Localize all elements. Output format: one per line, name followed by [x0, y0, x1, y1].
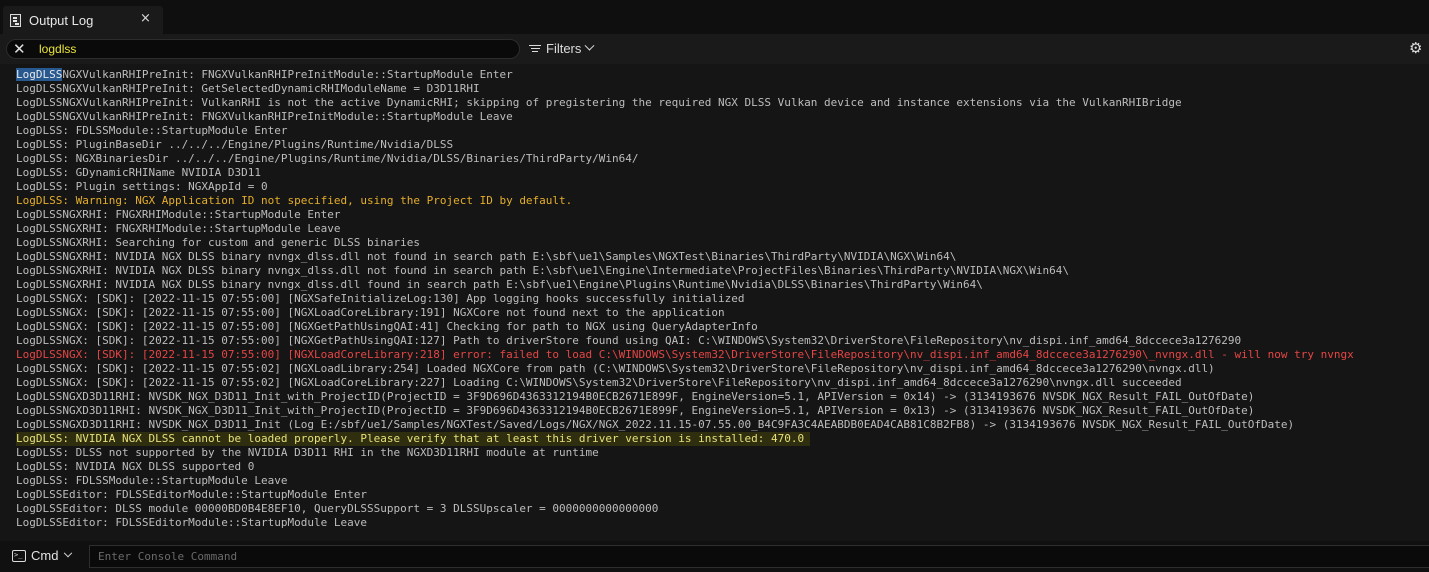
- log-line: LogDLSSEditor: FDLSSEditorModule::Startu…: [16, 516, 367, 529]
- cmd-label: Cmd: [31, 548, 59, 563]
- log-line-highlighted: LogDLSS: NVIDIA NGX DLSS cannot be loade…: [16, 432, 811, 446]
- log-line: LogDLSS: Plugin settings: NGXAppId = 0: [16, 180, 268, 193]
- log-line: LogDLSS: DLSS not supported by the NVIDI…: [16, 446, 599, 459]
- log-line: LogDLSS: FDLSSModule::StartupModule Ente…: [16, 124, 288, 137]
- log-line-text: NGXVulkanRHIPreInit: FNGXVulkanRHIPreIni…: [62, 68, 513, 81]
- log-line-warning: LogDLSS: Warning: NGX Application ID not…: [16, 194, 573, 207]
- filters-button[interactable]: Filters: [529, 40, 595, 56]
- log-line: LogDLSSNGXD3D11RHI: NVSDK_NGX_D3D11_Init…: [16, 418, 1295, 431]
- settings-gear-icon[interactable]: ⚙: [1409, 40, 1422, 56]
- log-line: LogDLSSNGX: [SDK]: [2022-11-15 07:55:00]…: [16, 334, 1242, 347]
- clear-search-icon[interactable]: ✕: [13, 40, 26, 58]
- log-line: LogDLSSNGXRHI: NVIDIA NGX DLSS binary nv…: [16, 264, 1069, 277]
- log-line: LogDLSS: FDLSSModule::StartupModule Leav…: [16, 474, 288, 487]
- log-line: LogDLSSNGXRHI: FNGXRHIModule::StartupMod…: [16, 222, 341, 235]
- chevron-down-icon: [64, 548, 73, 557]
- output-log-icon: [10, 13, 21, 27]
- log-line: LogDLSSNGXVulkanRHIPreInit: FNGXVulkanRH…: [16, 110, 513, 123]
- log-line: LogDLSSNGXD3D11RHI: NVSDK_NGX_D3D11_Init…: [16, 404, 1255, 417]
- log-line: LogDLSS: NGXBinariesDir ../../../Engine/…: [16, 152, 639, 165]
- console-prompt-icon: >_: [12, 549, 26, 562]
- log-line: LogDLSS: NVIDIA NGX DLSS supported 0: [16, 460, 255, 473]
- log-line: LogDLSSNGXRHI: FNGXRHIModule::StartupMod…: [16, 208, 341, 221]
- log-line: LogDLSSNGX: [SDK]: [2022-11-15 07:55:02]…: [16, 376, 1182, 389]
- log-line: LogDLSSEditor: FDLSSEditorModule::Startu…: [16, 488, 367, 501]
- log-line: LogDLSSNGXVulkanRHIPreInit: GetSelectedD…: [16, 82, 480, 95]
- log-line: LogDLSSNGXRHI: NVIDIA NGX DLSS binary nv…: [16, 278, 983, 291]
- search-box: ✕: [6, 39, 520, 59]
- log-line: LogDLSSNGXRHI: NVIDIA NGX DLSS binary nv…: [16, 250, 957, 263]
- log-line: LogDLSS: PluginBaseDir ../../../Engine/P…: [16, 138, 454, 151]
- search-input[interactable]: [39, 41, 509, 57]
- tab-output-log[interactable]: Output Log ×: [3, 6, 163, 34]
- chevron-down-icon: [584, 40, 595, 51]
- selected-text: LogDLSS: [16, 68, 63, 81]
- console-bar: >_ Cmd: [0, 541, 1429, 572]
- log-toolbar: ✕ Filters: [0, 34, 1429, 64]
- tab-bar: Output Log ×: [0, 0, 1429, 34]
- tab-title: Output Log: [29, 12, 94, 28]
- log-line: LogDLSSNGX: [SDK]: [2022-11-15 07:55:02]…: [16, 362, 1215, 375]
- log-line: LogDLSSNGXD3D11RHI: NVSDK_NGX_D3D11_Init…: [16, 390, 1255, 403]
- log-line: LogDLSSNGX: [SDK]: [2022-11-15 07:55:00]…: [16, 320, 758, 333]
- filters-label: Filters: [546, 41, 582, 56]
- log-line: LogDLSSEditor: DLSS module 00000BD0B4E8E…: [16, 502, 659, 515]
- log-line: LogDLSSNGXVulkanRHIPreInit: FNGXVulkanRH…: [16, 68, 513, 82]
- console-command-input[interactable]: [89, 545, 1429, 568]
- log-line: LogDLSSNGXRHI: Searching for custom and …: [16, 236, 420, 249]
- log-line: LogDLSSNGXVulkanRHIPreInit: VulkanRHI is…: [16, 96, 1182, 109]
- filter-icon: [529, 44, 541, 54]
- log-line-error: LogDLSSNGX: [SDK]: [2022-11-15 07:55:00]…: [16, 348, 1354, 361]
- log-line: LogDLSSNGX: [SDK]: [2022-11-15 07:55:00]…: [16, 292, 745, 305]
- close-icon[interactable]: ×: [140, 11, 151, 26]
- log-line: LogDLSSNGX: [SDK]: [2022-11-15 07:55:00]…: [16, 306, 725, 319]
- log-output[interactable]: LogDLSSNGXVulkanRHIPreInit: FNGXVulkanRH…: [0, 68, 1429, 530]
- log-line: LogDLSS: GDynamicRHIName NVIDIA D3D11: [16, 166, 262, 179]
- cmd-dropdown[interactable]: >_ Cmd: [12, 548, 73, 563]
